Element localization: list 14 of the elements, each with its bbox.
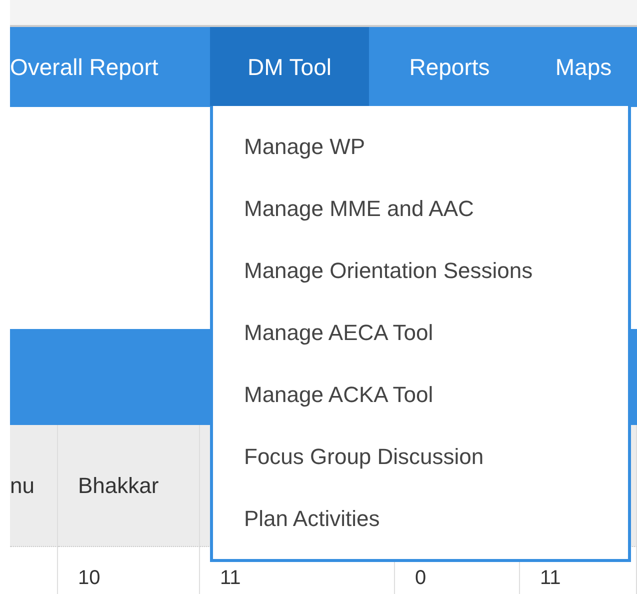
- column-heading: Bhakkar: [78, 472, 159, 498]
- menu-item[interactable]: Manage WP: [244, 134, 366, 160]
- table-cell: 10: [78, 567, 100, 589]
- table-cell: 11: [540, 567, 561, 589]
- menu-item[interactable]: Manage AECA Tool: [244, 320, 434, 346]
- table-cell: 11: [220, 567, 241, 589]
- menu-item[interactable]: Manage MME and AAC: [244, 196, 474, 222]
- menu-item[interactable]: Focus Group Discussion: [244, 444, 484, 470]
- column-heading: nu: [10, 472, 34, 498]
- menu-item[interactable]: Manage Orientation Sessions: [244, 258, 533, 284]
- table-cell: 0: [415, 567, 426, 589]
- menu-item[interactable]: Manage ACKA Tool: [244, 382, 434, 408]
- menu-item[interactable]: Plan Activities: [244, 506, 380, 532]
- nav-tab[interactable]: DM Tool: [210, 27, 369, 107]
